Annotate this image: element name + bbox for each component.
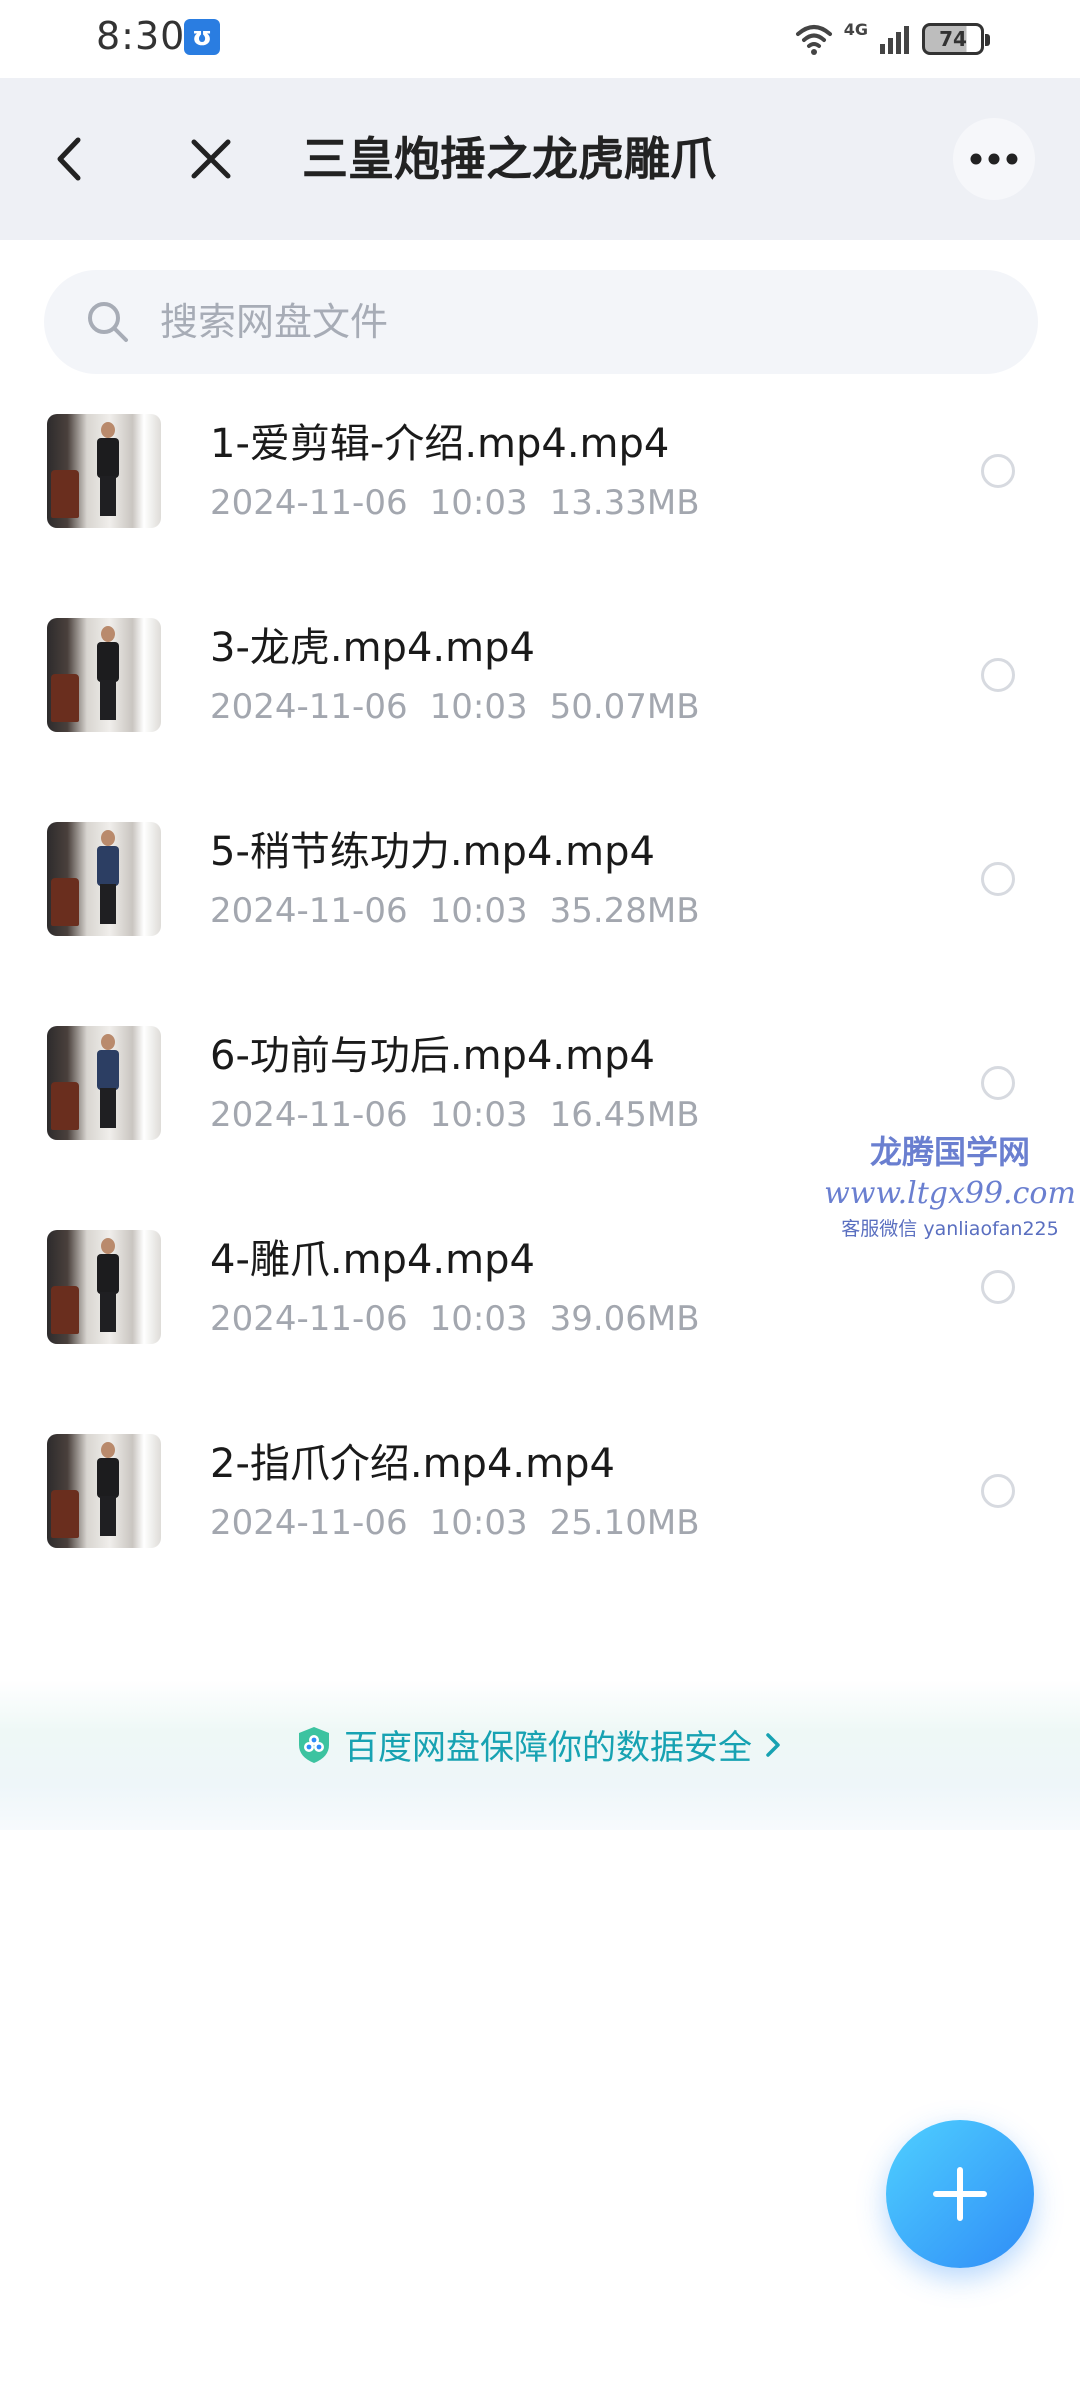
watermark-title: 龙腾国学网 <box>869 1133 1030 1171</box>
page-title: 三皇炮捶之龙虎雕爪 <box>302 132 716 186</box>
shield-icon <box>299 1726 329 1763</box>
select-radio[interactable] <box>981 454 1015 488</box>
file-name: 5-稍节练功力.mp4.mp4 <box>210 829 655 875</box>
network-type-label: 4G <box>843 19 868 39</box>
file-time: 10:03 <box>429 1503 528 1543</box>
back-button[interactable] <box>40 124 100 194</box>
plus-icon <box>933 2167 987 2221</box>
file-time: 10:03 <box>429 1095 528 1135</box>
file-list-item[interactable]: 3-龙虎.mp4.mp4 2024-11-06 10:03 50.07MB <box>0 584 1080 788</box>
video-thumbnail <box>47 1230 161 1344</box>
safety-text: 百度网盘保障你的数据安全 <box>344 1728 752 1768</box>
thumbnail-person <box>97 626 119 726</box>
file-list: 1-爱剪辑-介绍.mp4.mp4 2024-11-06 10:03 13.33MB … <box>0 380 1080 1604</box>
thumbnail-chair <box>51 878 79 926</box>
file-size: 16.45MB <box>549 1095 700 1135</box>
close-icon <box>191 139 231 179</box>
close-button[interactable] <box>176 124 246 194</box>
signal-icon <box>880 26 909 54</box>
thumbnail-person <box>97 1238 119 1338</box>
file-date: 2024-11-06 <box>210 1503 408 1543</box>
video-thumbnail <box>47 1434 161 1548</box>
add-button[interactable] <box>886 2120 1034 2268</box>
video-thumbnail <box>47 1026 161 1140</box>
thumbnail-chair <box>51 1082 79 1130</box>
search-bar[interactable] <box>44 270 1038 374</box>
file-date: 2024-11-06 <box>210 1299 408 1339</box>
status-bar: 8:30 ʊ 4G 74 <box>0 0 1080 78</box>
file-name: 3-龙虎.mp4.mp4 <box>210 625 535 671</box>
file-time: 10:03 <box>429 891 528 931</box>
chevron-left-icon <box>57 137 81 181</box>
thumbnail-chair <box>51 1286 79 1334</box>
file-list-item[interactable]: 2-指爪介绍.mp4.mp4 2024-11-06 10:03 25.10MB <box>0 1400 1080 1604</box>
select-radio[interactable] <box>981 658 1015 692</box>
more-options-button[interactable] <box>953 118 1035 200</box>
select-radio[interactable] <box>981 1474 1015 1508</box>
video-thumbnail <box>47 618 161 732</box>
notification-app-icon: ʊ <box>184 19 220 55</box>
file-date: 2024-11-06 <box>210 483 408 523</box>
file-meta: 2024-11-06 10:03 25.10MB <box>210 1498 722 1548</box>
file-date: 2024-11-06 <box>210 687 408 727</box>
file-meta: 2024-11-06 10:03 35.28MB <box>210 886 722 936</box>
file-time: 10:03 <box>429 1299 528 1339</box>
thumbnail-person <box>97 422 119 522</box>
file-size: 35.28MB <box>549 891 700 931</box>
header-bar: 三皇炮捶之龙虎雕爪 <box>0 78 1080 240</box>
status-indicators: 4G 74 <box>794 18 990 60</box>
watermark: 龙腾国学网 www.ltgx99.com 客服微信 yanliaofan225 <box>820 1130 1080 1244</box>
file-date: 2024-11-06 <box>210 1095 408 1135</box>
file-name: 4-雕爪.mp4.mp4 <box>210 1237 535 1283</box>
select-radio[interactable] <box>981 862 1015 896</box>
file-list-item[interactable]: 5-稍节练功力.mp4.mp4 2024-11-06 10:03 35.28MB <box>0 788 1080 992</box>
status-time: 8:30 <box>96 14 186 58</box>
file-time: 10:03 <box>429 483 528 523</box>
file-time: 10:03 <box>429 687 528 727</box>
safety-row: 百度网盘保障你的数据安全 <box>0 1720 1080 1769</box>
file-list-item[interactable]: 1-爱剪辑-介绍.mp4.mp4 2024-11-06 10:03 13.33MB <box>0 380 1080 584</box>
thumbnail-person <box>97 830 119 930</box>
select-radio[interactable] <box>981 1270 1015 1304</box>
file-name: 1-爱剪辑-介绍.mp4.mp4 <box>210 421 670 467</box>
file-meta: 2024-11-06 10:03 50.07MB <box>210 682 722 732</box>
watermark-url: www.ltgx99.com <box>824 1176 1076 1211</box>
thumbnail-chair <box>51 470 79 518</box>
video-thumbnail <box>47 822 161 936</box>
thumbnail-chair <box>51 1490 79 1538</box>
battery-indicator: 74 <box>922 23 990 55</box>
file-meta: 2024-11-06 10:03 13.33MB <box>210 478 722 528</box>
file-size: 39.06MB <box>549 1299 700 1339</box>
search-input[interactable] <box>158 286 978 358</box>
file-size: 25.10MB <box>549 1503 700 1543</box>
search-icon <box>88 302 128 342</box>
select-radio[interactable] <box>981 1066 1015 1100</box>
watermark-contact: 客服微信 yanliaofan225 <box>841 1218 1059 1240</box>
file-name: 6-功前与功后.mp4.mp4 <box>210 1033 655 1079</box>
thumbnail-person <box>97 1034 119 1134</box>
more-dots-icon <box>970 153 1018 165</box>
video-thumbnail <box>47 414 161 528</box>
thumbnail-person <box>97 1442 119 1542</box>
file-name: 2-指爪介绍.mp4.mp4 <box>210 1441 615 1487</box>
file-size: 13.33MB <box>549 483 700 523</box>
file-meta: 2024-11-06 10:03 16.45MB <box>210 1090 722 1140</box>
file-meta: 2024-11-06 10:03 39.06MB <box>210 1294 722 1344</box>
wifi-icon <box>795 25 832 55</box>
data-safety-banner[interactable]: 百度网盘保障你的数据安全 <box>0 1680 1080 1830</box>
chevron-right-icon <box>766 1732 780 1757</box>
file-date: 2024-11-06 <box>210 891 408 931</box>
file-size: 50.07MB <box>549 687 700 727</box>
thumbnail-chair <box>51 674 79 722</box>
